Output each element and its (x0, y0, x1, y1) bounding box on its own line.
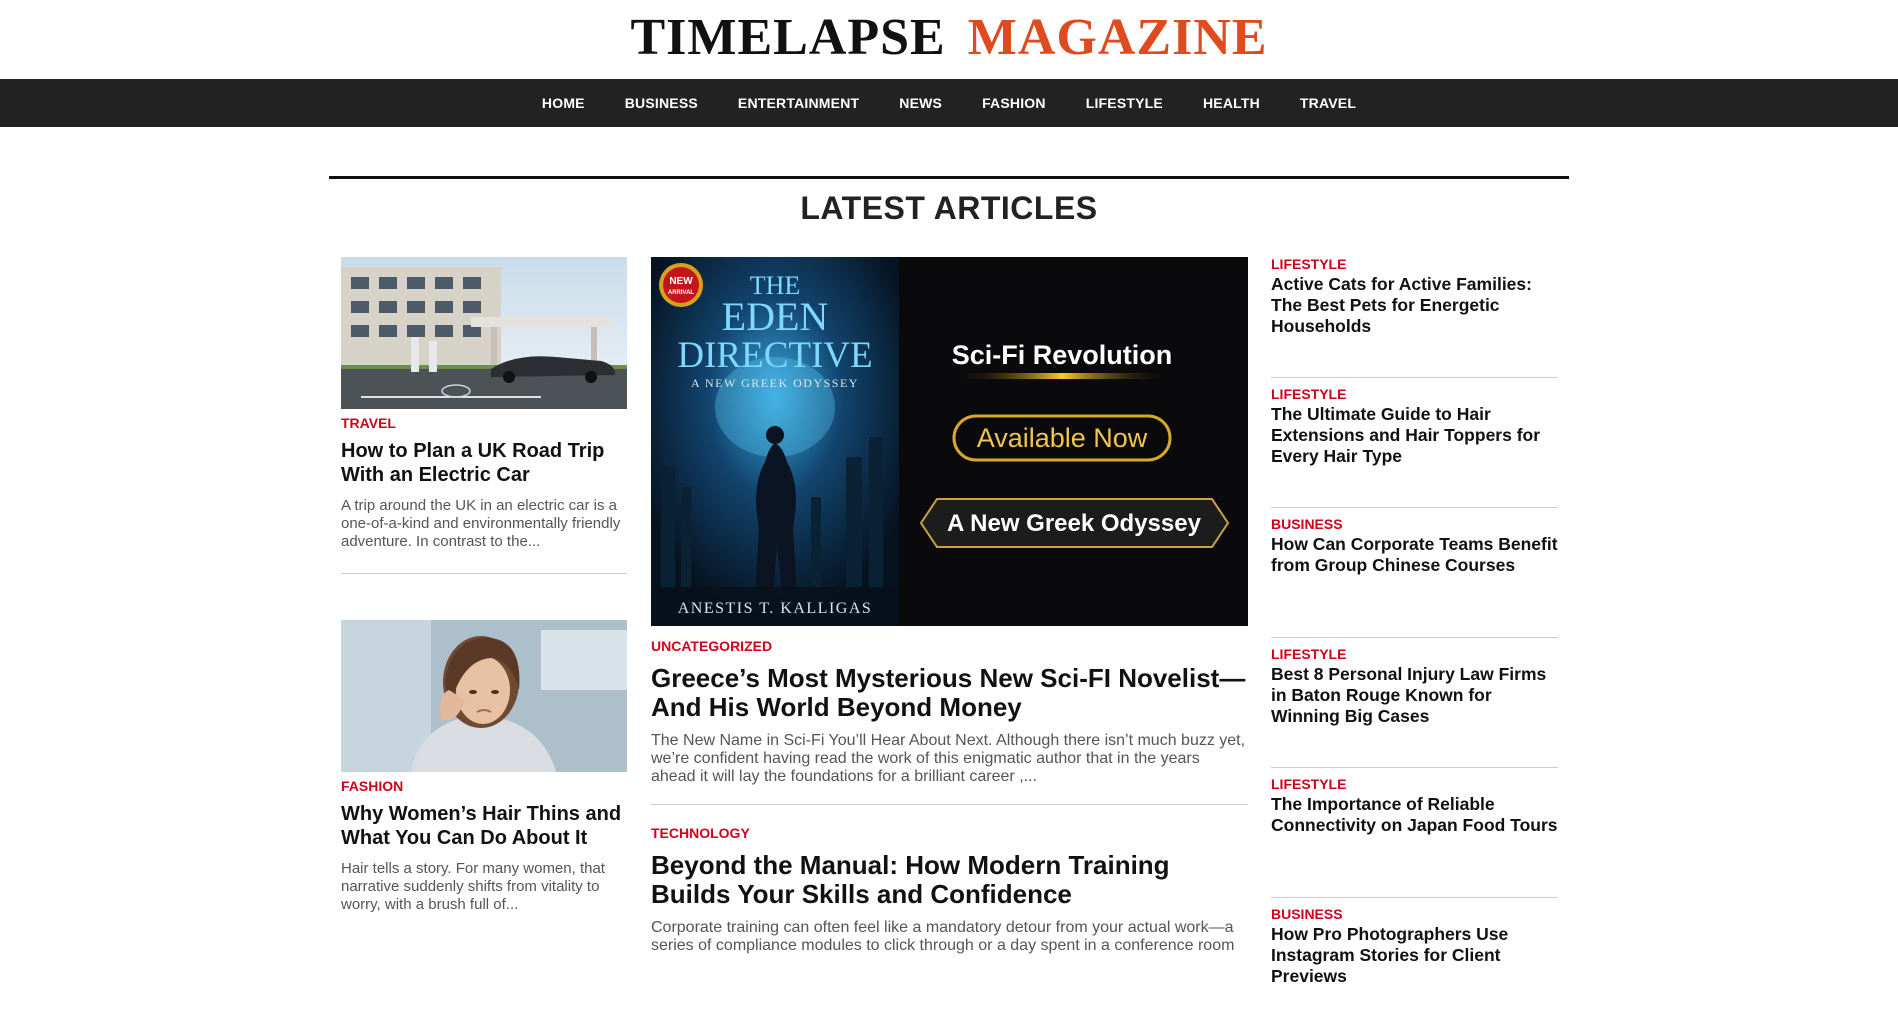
article-headline[interactable]: The Ultimate Guide to Hair Extensions an… (1271, 404, 1558, 467)
woman-hair-image (341, 620, 627, 772)
article-excerpt: A trip around the UK in an electric car … (341, 497, 621, 550)
article-headline[interactable]: Active Cats for Active Families: The Bes… (1271, 274, 1558, 337)
article-thumbnail-hair[interactable] (341, 620, 627, 772)
nav-fashion[interactable]: FASHION (982, 95, 1046, 111)
promo-tag-scifi: Sci-Fi Revolution (952, 340, 1173, 370)
sidebar-article: LIFESTYLE Best 8 Personal Injury Law Fir… (1271, 646, 1558, 768)
book-subtitle: A NEW GREEK ODYSSEY (691, 376, 859, 390)
sidebar-article: LIFESTYLE The Importance of Reliable Con… (1271, 776, 1558, 898)
nav-business[interactable]: BUSINESS (625, 95, 698, 111)
featured-article: NEW ARRIVAL THE EDEN DIRECTIVE A NEW GRE… (651, 257, 1248, 955)
article-headline[interactable]: Beyond the Manual: How Modern Training B… (651, 851, 1248, 909)
article-excerpt: Hair tells a story. For many women, that… (341, 860, 605, 913)
promo-tag-available: Available Now (977, 423, 1148, 453)
article-headline[interactable]: How to Plan a UK Road Trip With an Elect… (341, 439, 627, 487)
sidebar-article: LIFESTYLE Active Cats for Active Familie… (1271, 256, 1558, 378)
nav-news[interactable]: NEWS (899, 95, 942, 111)
article-category[interactable]: LIFESTYLE (1271, 646, 1558, 662)
sidebar-article: BUSINESS How Can Corporate Teams Benefit… (1271, 516, 1558, 638)
site-header: TIMELAPSE MAGAZINE (0, 0, 1898, 79)
nav-entertainment[interactable]: ENTERTAINMENT (738, 95, 859, 111)
article-excerpt: The New Name in Sci-Fi You’ll Hear About… (651, 732, 1246, 785)
article-headline[interactable]: Why Women’s Hair Thins and What You Can … (341, 802, 627, 850)
nav-home[interactable]: HOME (542, 95, 585, 111)
article-category[interactable]: LIFESTYLE (1271, 776, 1558, 792)
nav-travel[interactable]: TRAVEL (1300, 95, 1356, 111)
book-title-directive: DIRECTIVE (677, 335, 872, 376)
article-headline[interactable]: Best 8 Personal Injury Law Firms in Bato… (1271, 664, 1558, 727)
site-logo[interactable]: TIMELAPSE MAGAZINE (630, 12, 1267, 64)
sidebar-article: BUSINESS How Pro Photographers Use Insta… (1271, 906, 1558, 1028)
book-author: ANESTIS T. KALLIGAS (678, 600, 873, 617)
article-separator (651, 804, 1248, 805)
article-separator (341, 573, 627, 574)
book-title-eden: EDEN (722, 294, 829, 339)
article-category[interactable]: LIFESTYLE (1271, 256, 1558, 272)
article-headline[interactable]: How Can Corporate Teams Benefit from Gro… (1271, 534, 1558, 576)
book-promo-image: NEW ARRIVAL THE EDEN DIRECTIVE A NEW GRE… (651, 257, 1230, 626)
section-divider (329, 176, 1569, 179)
article-category[interactable]: TECHNOLOGY (651, 825, 1248, 841)
main-nav: HOME BUSINESS ENTERTAINMENT NEWS FASHION… (0, 79, 1898, 127)
sidebar-article: LIFESTYLE The Ultimate Guide to Hair Ext… (1271, 386, 1558, 508)
article-category[interactable]: TRAVEL (341, 415, 627, 431)
promo-tag-odyssey: A New Greek Odyssey (947, 510, 1202, 537)
left-article-1: TRAVEL How to Plan a UK Road Trip With a… (341, 257, 627, 574)
nav-lifestyle[interactable]: LIFESTYLE (1086, 95, 1163, 111)
article-category[interactable]: LIFESTYLE (1271, 386, 1558, 402)
article-headline[interactable]: How Pro Photographers Use Instagram Stor… (1271, 924, 1558, 987)
logo-word-timelapse: TIMELAPSE (630, 9, 946, 66)
sidebar-article-list: LIFESTYLE Active Cats for Active Familie… (1271, 248, 1558, 1028)
featured-hero-banner[interactable]: NEW ARRIVAL THE EDEN DIRECTIVE A NEW GRE… (651, 257, 1248, 626)
nav-health[interactable]: HEALTH (1203, 95, 1260, 111)
article-category[interactable]: BUSINESS (1271, 906, 1558, 922)
section-title: LATEST ARTICLES (800, 190, 1098, 226)
article-excerpt: Corporate training can often feel like a… (651, 919, 1235, 954)
article-category[interactable]: FASHION (341, 778, 627, 794)
article-category[interactable]: UNCATEGORIZED (651, 638, 1248, 654)
badge-new: NEW (669, 276, 693, 287)
ev-hotel-image (341, 257, 627, 409)
article-headline[interactable]: The Importance of Reliable Connectivity … (1271, 794, 1558, 836)
article-headline[interactable]: Greece’s Most Mysterious New Sci-FI Nove… (651, 664, 1248, 722)
logo-word-magazine: MAGAZINE (967, 9, 1268, 66)
badge-arrival: ARRIVAL (668, 290, 695, 296)
article-thumbnail-ev-hotel[interactable] (341, 257, 627, 409)
article-category[interactable]: BUSINESS (1271, 516, 1558, 532)
left-article-2: FASHION Why Women’s Hair Thins and What … (341, 620, 627, 914)
